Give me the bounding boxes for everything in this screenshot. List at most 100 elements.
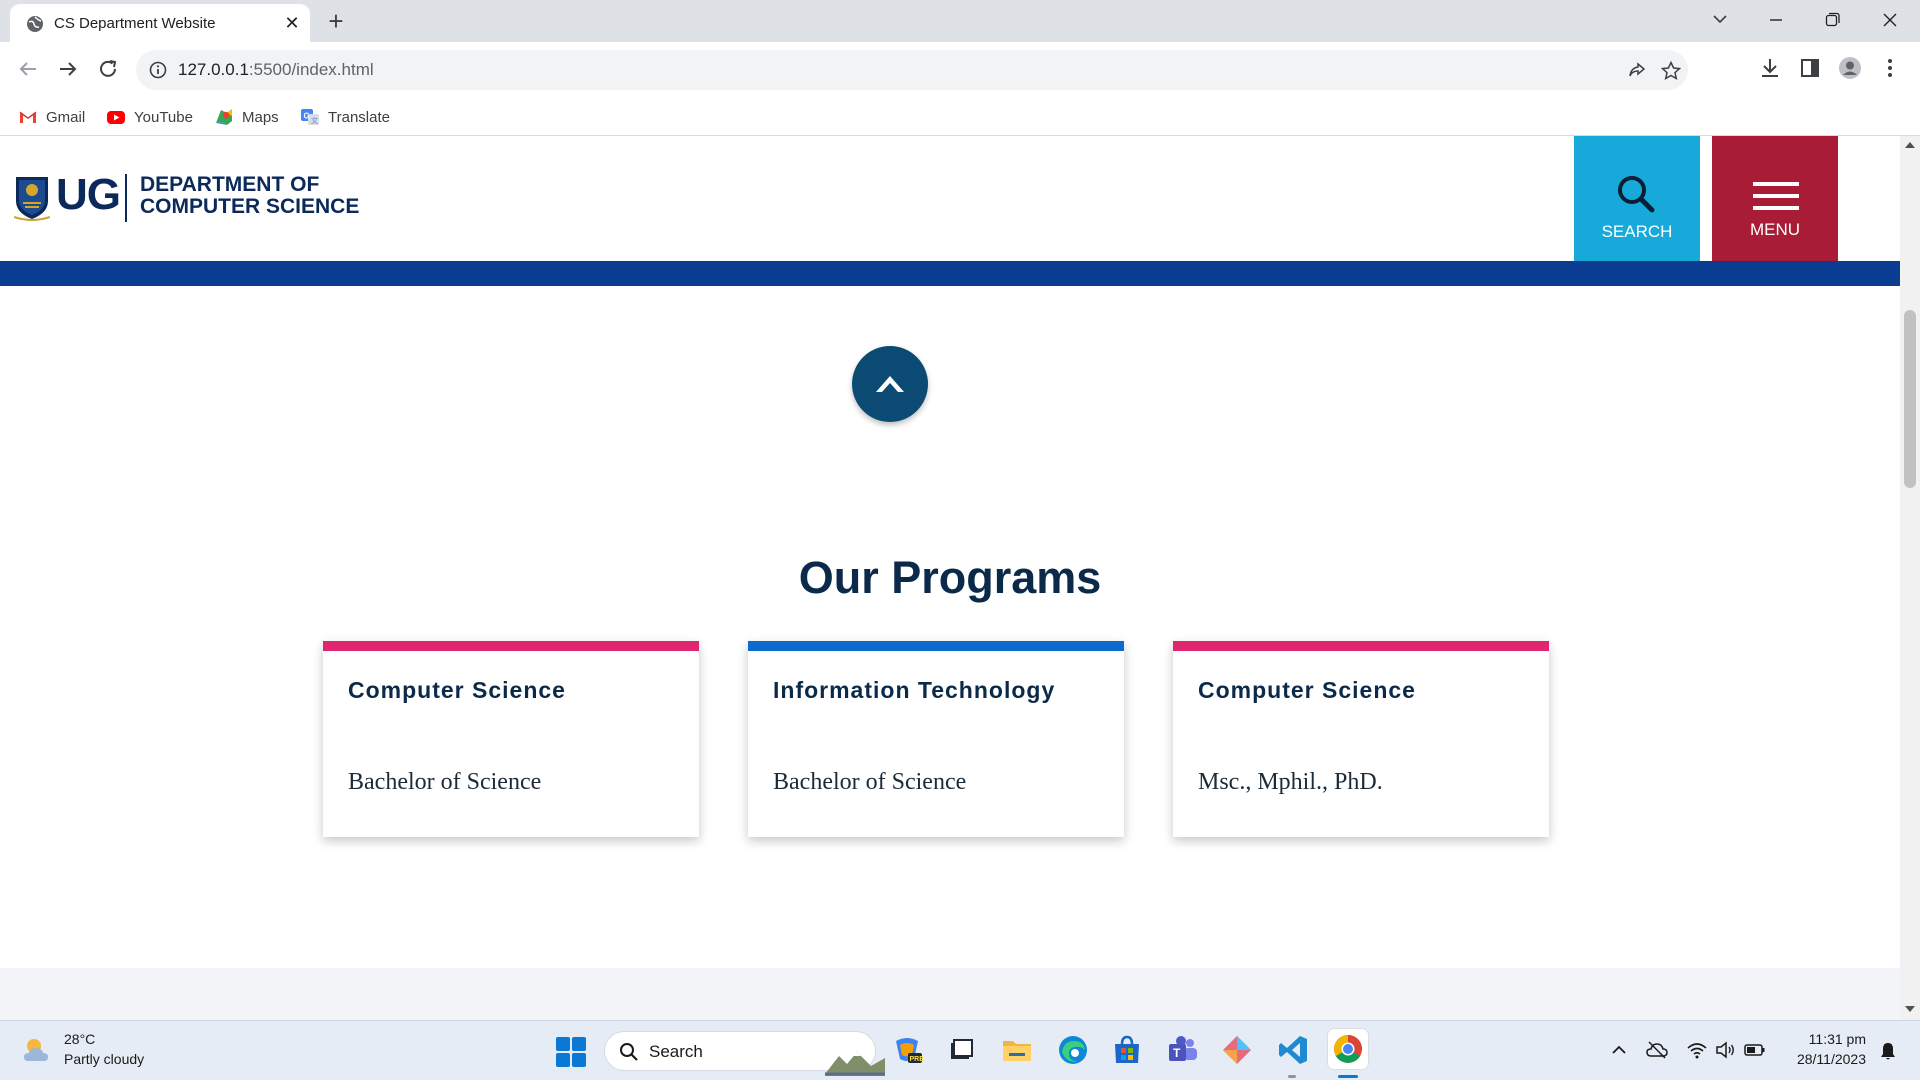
close-window-button[interactable] — [1870, 6, 1910, 34]
taskbar-search-label: Search — [649, 1042, 703, 1061]
bookmark-label: Maps — [242, 108, 279, 126]
university-crest-icon[interactable] — [13, 173, 51, 221]
bookmark-gmail[interactable]: Gmail — [18, 104, 85, 130]
teams-icon[interactable]: T — [1166, 1033, 1200, 1067]
download-icon[interactable] — [1758, 56, 1786, 84]
onedrive-offline-icon[interactable] — [1646, 1039, 1668, 1061]
program-degree: Bachelor of Science — [773, 769, 967, 795]
bookmarks-bar: Gmail YouTube Maps G文 Translate — [0, 98, 1920, 136]
start-tile — [572, 1053, 586, 1067]
svg-text:文: 文 — [311, 116, 318, 125]
new-tab-button[interactable]: + — [322, 8, 350, 36]
start-tile — [556, 1053, 570, 1067]
search-button[interactable]: SEARCH — [1574, 136, 1700, 261]
bookmark-label: Translate — [328, 108, 390, 126]
site-info-icon[interactable] — [148, 60, 168, 80]
department-line-1: DEPARTMENT OF — [140, 173, 320, 196]
site-header: UG DEPARTMENT OF COMPUTER SCIENCE SEARCH… — [0, 136, 1900, 261]
page-scrollbar[interactable] — [1900, 136, 1920, 1020]
weather-temperature[interactable]: 28°C — [64, 1031, 95, 1047]
svg-text:G: G — [304, 112, 310, 121]
logo-ug-text[interactable]: UG — [56, 170, 121, 220]
copilot-icon[interactable]: PRE — [890, 1033, 924, 1067]
program-degree: Bachelor of Science — [348, 769, 542, 795]
svg-text:T: T — [1173, 1046, 1181, 1060]
start-tile — [572, 1037, 586, 1051]
department-name[interactable]: DEPARTMENT OF COMPUTER SCIENCE — [140, 174, 359, 218]
tab-search-chevron-icon[interactable] — [1700, 6, 1740, 34]
restore-button[interactable] — [1812, 6, 1852, 34]
task-view-icon[interactable] — [944, 1033, 978, 1067]
share-icon[interactable] — [1626, 60, 1648, 82]
clock-date[interactable]: 28/11/2023 — [1780, 1051, 1866, 1067]
bookmark-maps[interactable]: Maps — [214, 104, 279, 130]
search-icon — [620, 1043, 638, 1061]
bookmark-translate[interactable]: G文 Translate — [300, 104, 390, 130]
program-title: Computer Science — [1198, 677, 1416, 703]
bookmark-youtube[interactable]: YouTube — [106, 104, 193, 130]
menu-button[interactable]: MENU — [1712, 136, 1838, 261]
wifi-icon[interactable] — [1686, 1039, 1708, 1061]
vscode-icon[interactable] — [1276, 1033, 1310, 1067]
translate-icon: G文 — [300, 107, 320, 127]
browser-tab-bar: CS Department Website ✕ + — [0, 0, 1920, 42]
chrome-taskbar-icon[interactable] — [1328, 1029, 1368, 1069]
gmail-icon — [18, 107, 38, 127]
url-host: 127.0.0.1 — [178, 60, 249, 79]
section-title: Our Programs — [798, 552, 1102, 603]
menu-label: MENU — [1749, 220, 1801, 239]
globe-icon — [26, 15, 44, 33]
program-card[interactable]: Computer Science Msc., Mphil., PhD. — [1173, 641, 1549, 837]
side-panel-icon[interactable] — [1798, 56, 1826, 84]
clock-time[interactable]: 11:31 pm — [1790, 1031, 1866, 1047]
browser-tab[interactable]: CS Department Website ✕ — [10, 4, 310, 42]
scroll-down-arrow-icon[interactable] — [1905, 1006, 1915, 1012]
url-path: :5500/index.html — [248, 60, 374, 79]
tab-close-icon[interactable]: ✕ — [280, 11, 304, 35]
hamburger-icon — [1753, 182, 1799, 210]
search-highlight-art-icon — [811, 1038, 885, 1076]
program-card[interactable]: Computer Science Bachelor of Science — [323, 641, 699, 837]
back-button[interactable] — [12, 54, 44, 86]
minimize-button[interactable] — [1756, 6, 1796, 34]
department-line-2: COMPUTER SCIENCE — [140, 195, 360, 218]
scroll-up-arrow-icon[interactable] — [1905, 142, 1915, 148]
edge-browser-icon[interactable] — [1056, 1033, 1090, 1067]
taskbar-search-box[interactable]: Search — [604, 1031, 885, 1076]
partly-cloudy-icon[interactable] — [20, 1033, 54, 1067]
svg-text:PRE: PRE — [910, 1056, 925, 1063]
browser-toolbar: 127.0.0.1:5500/index.html — [0, 42, 1920, 98]
kebab-menu-icon[interactable] — [1878, 56, 1906, 84]
reload-button[interactable] — [92, 54, 124, 86]
windows-start-icon[interactable] — [556, 1037, 586, 1067]
file-explorer-icon[interactable] — [1000, 1033, 1034, 1067]
youtube-icon — [106, 107, 126, 127]
battery-icon[interactable] — [1744, 1039, 1766, 1061]
profile-avatar-icon[interactable] — [1838, 56, 1866, 84]
volume-icon[interactable] — [1714, 1039, 1736, 1061]
chrome-active-indicator — [1338, 1075, 1358, 1078]
bookmark-star-icon[interactable] — [1660, 60, 1682, 82]
header-blue-band — [0, 259, 1900, 286]
chevron-up-tray-icon[interactable] — [1608, 1039, 1630, 1061]
program-title: Information Technology — [773, 677, 1056, 703]
bookmark-label: Gmail — [46, 108, 86, 126]
forward-button[interactable] — [52, 54, 84, 86]
bookmark-label: YouTube — [134, 108, 193, 126]
maps-icon — [214, 107, 234, 127]
program-card[interactable]: Information Technology Bachelor of Scien… — [748, 641, 1124, 837]
next-section-strip — [0, 968, 1900, 1020]
windows-taskbar: 28°C Partly cloudy Search PRE T 11:31 pm… — [0, 1020, 1920, 1080]
vscode-running-indicator — [1288, 1075, 1296, 1078]
chevron-up-icon — [876, 376, 904, 392]
search-label: SEARCH — [1601, 222, 1673, 241]
search-icon — [1618, 176, 1655, 213]
notification-bell-icon[interactable] — [1878, 1041, 1898, 1061]
program-degree: Msc., Mphil., PhD. — [1198, 769, 1383, 795]
scroll-to-top-button[interactable] — [852, 346, 928, 422]
weather-description[interactable]: Partly cloudy — [64, 1051, 144, 1067]
address-bar[interactable]: 127.0.0.1:5500/index.html — [136, 50, 1688, 90]
scrollbar-thumb[interactable] — [1904, 310, 1916, 488]
microsoft-store-icon[interactable] — [1110, 1033, 1144, 1067]
snipping-tool-icon[interactable] — [1220, 1033, 1254, 1067]
